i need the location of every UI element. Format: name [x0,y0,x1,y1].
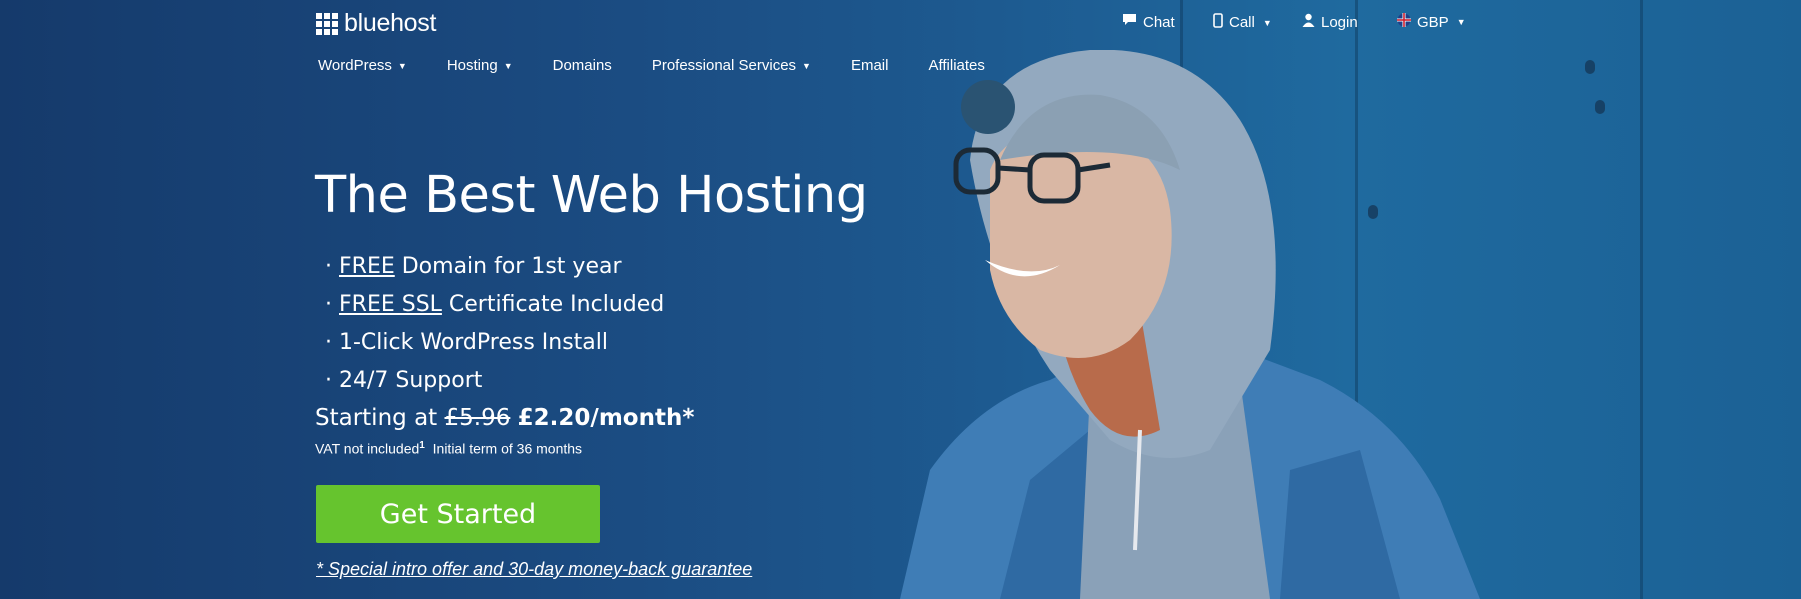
nav-label: Domains [552,57,612,74]
top-bar: bluehost Chat Call ▼ Login GBP ▼ [0,0,1801,44]
main-nav: WordPress ▼ Hosting ▼ Domains Profession… [318,57,985,74]
special-offer-link[interactable]: * Special intro offer and 30-day money-b… [316,559,752,580]
nav-item-hosting[interactable]: Hosting ▼ [447,57,513,74]
currency-selector[interactable]: GBP ▼ [1397,13,1466,31]
call-link[interactable]: Call ▼ [1213,13,1272,32]
login-label: Login [1321,13,1358,31]
nav-item-professional-services[interactable]: Professional Services ▼ [652,57,811,74]
get-started-button[interactable]: Get Started [316,485,600,543]
login-link[interactable]: Login [1302,13,1358,31]
free-ssl-link[interactable]: FREE SSL [339,292,442,317]
caret-down-icon: ▼ [397,60,407,71]
call-label: Call [1229,14,1255,31]
wall-bolt [1585,60,1595,74]
feature-text: Domain for 1st year [394,254,622,279]
nav-label: Affiliates [928,57,985,74]
price-line: Starting at £5.96 £2.20/month* [315,405,694,431]
new-price: £2.20/month* [517,405,695,431]
grid-icon [316,12,338,35]
feature-item: · 1-Click WordPress Install [325,330,609,355]
nav-item-affiliates[interactable]: Affiliates [928,57,984,74]
free-domain-link[interactable]: FREE [339,254,395,279]
feature-text: 24/7 Support [339,368,483,393]
caret-down-icon: ▼ [1262,17,1272,28]
feature-list: · FREE Domain for 1st year · FREE SSL Ce… [325,252,664,404]
feature-item: · 24/7 Support [325,368,483,393]
currency-label: GBP [1417,13,1449,31]
brand-logo[interactable]: bluehost [316,9,436,38]
chat-link[interactable]: Chat [1122,13,1175,31]
wall-bolt [1595,100,1605,114]
feature-item: · FREE SSL Certificate Included [325,292,665,317]
feature-item: · FREE Domain for 1st year [325,254,622,279]
nav-item-email[interactable]: Email [851,57,889,74]
hero-person-image [900,50,1480,599]
vat-footnote[interactable]: 1 [419,440,425,451]
user-icon [1302,13,1315,31]
vat-text: VAT not included [315,440,420,457]
nav-item-domains[interactable]: Domains [553,57,612,74]
phone-icon [1213,13,1223,32]
chat-bubble-icon [1122,13,1137,31]
vat-note: VAT not included1 Initial term of 36 mon… [315,440,582,457]
caret-down-icon: ▼ [802,60,811,71]
term-note: Initial term of 36 months [432,440,583,457]
old-price: £5.96 [444,405,511,431]
chat-label: Chat [1143,13,1175,31]
price-prefix: Starting at [315,405,438,431]
caret-down-icon: ▼ [503,60,513,71]
nav-label: WordPress [318,57,392,74]
nav-label: Professional Services [651,57,797,74]
feature-text: 1-Click WordPress Install [339,330,609,355]
uk-flag-icon [1397,13,1411,31]
hero-headline: The Best Web Hosting [315,166,868,225]
nav-label: Hosting [446,57,498,74]
hero-background [0,0,1801,599]
caret-down-icon: ▼ [1456,17,1466,27]
feature-text: Certificate Included [441,292,665,317]
wall-seam [1640,0,1643,599]
nav-label: Email [850,57,889,74]
nav-item-wordpress[interactable]: WordPress ▼ [318,57,407,74]
brand-name: bluehost [344,9,437,37]
